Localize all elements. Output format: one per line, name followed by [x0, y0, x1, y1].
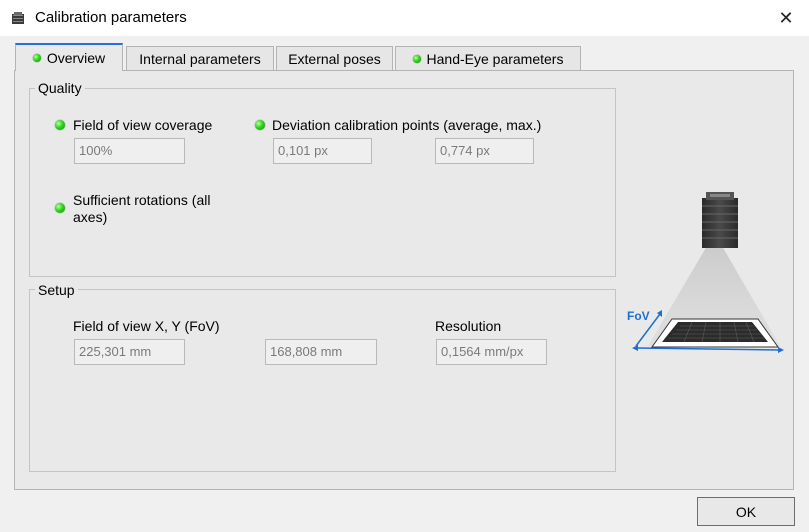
tab-overview-label: Overview	[46, 50, 106, 66]
deviation-average-field[interactable]: 0,101 px	[273, 138, 372, 164]
calibration-plate-icon	[651, 318, 779, 348]
resolution-field[interactable]: 0,1564 mm/px	[436, 339, 547, 365]
title-bar: Calibration parameters ✕	[0, 0, 809, 36]
close-button[interactable]: ✕	[763, 0, 809, 36]
tab-internal-parameters[interactable]: Internal parameters	[126, 46, 274, 71]
camera-body-icon	[702, 192, 738, 248]
fov-y-field[interactable]: 168,808 mm	[265, 339, 377, 365]
tab-external-poses[interactable]: External poses	[276, 46, 393, 71]
fov-xy-label: Field of view X, Y (FoV)	[73, 318, 220, 334]
fov-coverage-status-icon	[55, 120, 65, 130]
tab-hand-eye-parameters-label: Hand-Eye parameters	[426, 51, 564, 67]
fov-x-field[interactable]: 225,301 mm	[74, 339, 185, 365]
tab-hand-eye-parameters[interactable]: Hand-Eye parameters	[395, 46, 581, 71]
window-title: Calibration parameters	[35, 9, 187, 26]
setup-group	[29, 289, 616, 472]
ok-button[interactable]: OK	[697, 497, 795, 526]
deviation-label: Deviation calibration points (average, m…	[272, 117, 542, 133]
tab-internal-parameters-label: Internal parameters	[139, 51, 261, 67]
fov-coverage-label: Field of view coverage	[73, 117, 213, 133]
ok-button-label: OK	[735, 503, 757, 520]
rotations-label: Sufficient rotations (all axes)	[73, 192, 211, 225]
status-led-icon	[32, 54, 41, 62]
status-led-icon	[412, 55, 421, 63]
tab-overview[interactable]: Overview	[15, 43, 123, 71]
tab-external-poses-label: External poses	[288, 51, 381, 67]
resolution-label: Resolution	[435, 318, 502, 334]
fov-label: FoV	[627, 309, 650, 323]
camera-icon	[12, 12, 24, 24]
close-icon: ✕	[778, 7, 794, 28]
deviation-status-icon	[255, 120, 265, 130]
setup-legend: Setup	[35, 282, 78, 298]
quality-legend: Quality	[35, 80, 85, 96]
deviation-max-field[interactable]: 0,774 px	[435, 138, 534, 164]
rotations-status-icon	[55, 203, 65, 213]
camera-fov-illustration: FoV	[627, 192, 784, 353]
fov-coverage-field[interactable]: 100%	[74, 138, 185, 164]
